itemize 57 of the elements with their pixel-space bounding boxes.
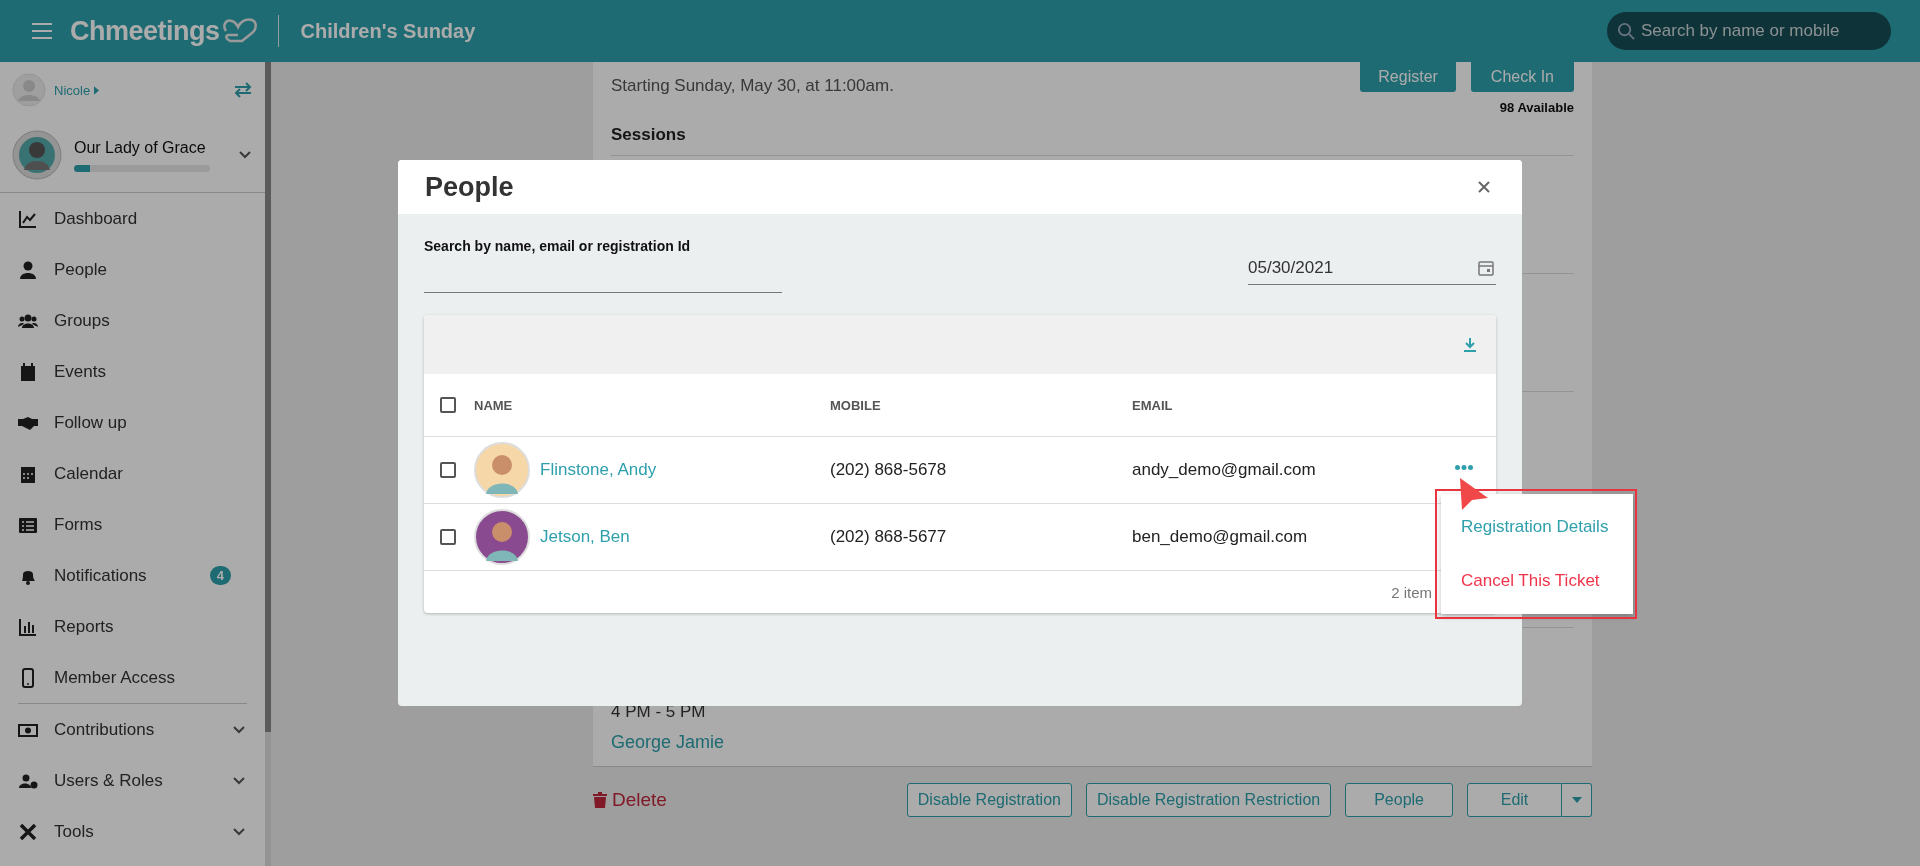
dropdown-toggle[interactable] [1562, 783, 1592, 817]
menu-icon[interactable] [32, 23, 52, 39]
nav-item[interactable]: Users & Roles [0, 755, 265, 806]
close-icon[interactable] [1478, 181, 1490, 193]
church-name: Our Lady of Grace [74, 138, 207, 157]
nav-item[interactable]: Calendar [0, 448, 265, 499]
nav-item[interactable]: Groups [0, 295, 265, 346]
more-icon[interactable] [1455, 465, 1473, 470]
chevron-down-icon[interactable] [239, 151, 251, 159]
select-all-checkbox[interactable] [440, 397, 456, 413]
caret-icon [1571, 797, 1582, 803]
trash-icon [593, 792, 607, 808]
caret-icon [94, 85, 100, 95]
nav-item[interactable]: Contributions [0, 704, 265, 755]
nav-item[interactable]: Member Access [0, 652, 265, 703]
delete-button[interactable]: Delete [593, 789, 667, 811]
nav-item[interactable]: Events [0, 346, 265, 397]
table-cell-text: ben_demo@gmail.com [1132, 527, 1309, 547]
table-cell-text: (202) 868-5677 [830, 527, 948, 547]
calendar-icon[interactable] [1478, 259, 1494, 276]
nav-item[interactable]: Follow up [0, 397, 265, 448]
sessions-heading: Sessions [611, 125, 1574, 156]
table-cell-text: (202) 868-5678 [830, 460, 948, 480]
date-field[interactable]: 05/30/2021 [1248, 251, 1496, 285]
bars-icon [18, 616, 38, 637]
item-count: 2 item [1391, 583, 1432, 601]
event-icon [18, 361, 38, 382]
search-field[interactable]: Search by name or mobile [1607, 12, 1891, 50]
row-checkbox[interactable] [440, 462, 456, 478]
nav-item[interactable]: Notifications 4 [0, 550, 265, 601]
nav-item[interactable]: Dashboard [0, 193, 265, 244]
download-icon[interactable] [1464, 337, 1476, 352]
nav-item[interactable]: People [0, 244, 265, 295]
table-cell-text: andy_demo@gmail.com [1132, 460, 1317, 480]
nav-item[interactable]: Forms [0, 499, 265, 550]
availability-count: 98 Available [1499, 100, 1574, 115]
search-label: Search by name, email or registration Id [424, 238, 692, 254]
swap-icon[interactable] [233, 82, 253, 98]
column-header: EMAIL [1132, 397, 1174, 413]
page-title: Children's Sunday [300, 19, 476, 43]
person-icon [18, 259, 38, 280]
nav-item[interactable]: Reports [0, 601, 265, 652]
dialog-title: People [425, 171, 514, 203]
chevron-down-icon [233, 776, 245, 785]
menu-item[interactable]: Cancel This Ticket [1441, 571, 1633, 591]
row-checkbox[interactable] [440, 529, 456, 545]
scrollbar[interactable] [265, 62, 271, 732]
notification-count: 4 [209, 566, 231, 585]
column-header: NAME [474, 397, 514, 413]
church-avatar-icon [12, 130, 62, 180]
event-description: Starting Sunday, May 30, at 11:00am. [611, 76, 894, 97]
chevron-down-icon [233, 827, 245, 836]
heart-hand-icon [221, 17, 258, 45]
nav-item[interactable]: Tools [0, 806, 265, 857]
chevron-down-icon [233, 725, 245, 734]
chart-icon [18, 208, 38, 229]
column-header: MOBILE [830, 397, 882, 413]
